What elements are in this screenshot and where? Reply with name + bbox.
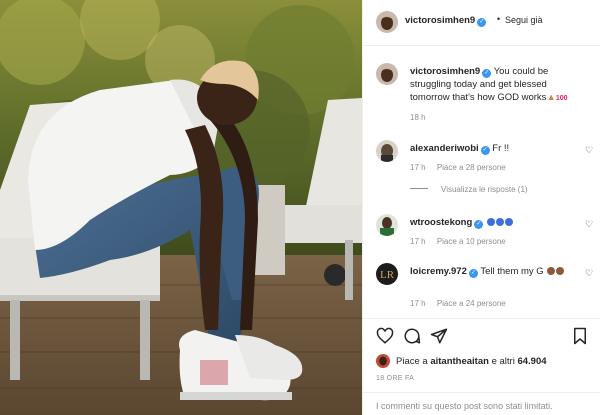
comment-meta: 17 h Piace a 10 persone	[410, 237, 515, 246]
caption-username[interactable]: victorosimhen9	[410, 66, 480, 77]
comments-limited-text: I commenti su questo post sono stati lim…	[376, 401, 553, 411]
comment-avatar[interactable]	[376, 214, 398, 236]
likes-text[interactable]: Piace a aitantheaitan e altri 64.904	[396, 356, 547, 367]
verified-badge-icon: ✓	[482, 69, 492, 78]
comment-text-block: wtroostekong ✓	[410, 216, 582, 229]
comment-like-heart-icon[interactable]: ♡	[585, 219, 593, 230]
comment-username[interactable]: wtroostekong	[410, 217, 472, 228]
comment-text-block: alexanderiwobi ✓ Fr !!	[410, 142, 582, 155]
replies-divider	[410, 188, 428, 189]
avatar-image	[376, 11, 398, 33]
comment-text: Tell them my G	[480, 266, 544, 277]
comment-time: 17 h	[410, 299, 426, 308]
post-header: victorosimhen9 ✓ • Segui già	[363, 0, 600, 46]
caption-time: 18 h	[410, 113, 426, 122]
author-username-row[interactable]: victorosimhen9 ✓	[405, 15, 487, 27]
comment-likes[interactable]: Piace a 10 persone	[437, 237, 506, 246]
bookmark-icon[interactable]	[571, 327, 589, 345]
comments-limited-notice: I commenti su questo post sono stati lim…	[363, 392, 600, 415]
comment-meta: 17 h Piace a 28 persone	[410, 163, 515, 172]
share-icon[interactable]	[430, 327, 448, 345]
likes-text-emphasis[interactable]: 64.904	[517, 356, 546, 367]
likes-text-part: e altri	[488, 356, 518, 367]
following-button[interactable]: Segui già	[505, 15, 543, 25]
verified-badge-icon: ✓	[480, 146, 490, 155]
caption-avatar[interactable]	[376, 63, 398, 85]
view-replies-button[interactable]: Visualizza le risposte (1)	[410, 185, 528, 194]
comment-text-block: loicremy.972 ✓ Tell them my G	[410, 265, 582, 278]
comment-likes[interactable]: Piace a 24 persone	[437, 299, 506, 308]
avatar-image	[376, 140, 398, 162]
avatar-image	[376, 354, 390, 368]
praying-hands-icon: ▲	[546, 92, 556, 103]
comment-like-heart-icon[interactable]: ♡	[585, 145, 593, 156]
like-heart-icon[interactable]	[376, 327, 394, 345]
avatar-image	[376, 63, 398, 85]
comment-username[interactable]: alexanderiwobi	[410, 143, 479, 154]
comment-avatar[interactable]	[376, 140, 398, 162]
caption-meta: 18 h	[410, 113, 435, 122]
comment-avatar[interactable]: LR	[376, 263, 398, 285]
avatar-image	[376, 214, 398, 236]
comment-icon[interactable]	[403, 327, 421, 345]
post-photo[interactable]	[0, 0, 362, 415]
verified-badge-icon: ✓	[468, 269, 478, 278]
caption-text-block: victorosimhen9 ✓ You could be struggling …	[410, 65, 582, 105]
instagram-post: victorosimhen9 ✓ • Segui già victorosimhe…	[0, 0, 600, 415]
liker-avatar[interactable]	[376, 354, 390, 368]
likes-text-part: Piace a	[396, 356, 431, 367]
100-icon: 100	[555, 95, 568, 102]
comment-username[interactable]: loicremy.972	[410, 266, 467, 277]
photo-illustration	[0, 0, 362, 415]
comment-time: 17 h	[410, 163, 426, 172]
author-username[interactable]: victorosimhen9	[405, 15, 475, 26]
post-side-panel: victorosimhen9 ✓ • Segui già victorosimhe…	[362, 0, 600, 415]
avatar-image: LR	[376, 263, 398, 285]
grinning-squint-icon	[495, 218, 504, 226]
punch-icon	[556, 267, 565, 275]
svg-text:LR: LR	[380, 269, 395, 281]
verified-badge-icon: ✓	[474, 220, 484, 229]
comment-time: 17 h	[410, 237, 426, 246]
punch-icon	[547, 267, 556, 275]
view-replies-label[interactable]: Visualizza le risposte (1)	[441, 185, 528, 194]
comment-meta: 17 h Piace a 24 persone	[410, 299, 515, 308]
comment-likes[interactable]: Piace a 28 persone	[437, 163, 506, 172]
grinning-squint-icon	[504, 218, 513, 226]
comment-like-heart-icon[interactable]: ♡	[585, 268, 593, 279]
post-actions: Piace a aitantheaitan e altri 64.904 18 …	[363, 318, 600, 415]
header-separator: •	[497, 14, 501, 24]
author-avatar[interactable]	[376, 11, 398, 33]
post-timestamp: 18 ORE FA	[376, 375, 415, 382]
comment-text: Fr !!	[492, 143, 510, 154]
verified-badge-icon: ✓	[477, 18, 487, 27]
likes-text-emphasis[interactable]: aitantheaitan	[430, 356, 489, 367]
grinning-squint-icon	[486, 218, 495, 226]
